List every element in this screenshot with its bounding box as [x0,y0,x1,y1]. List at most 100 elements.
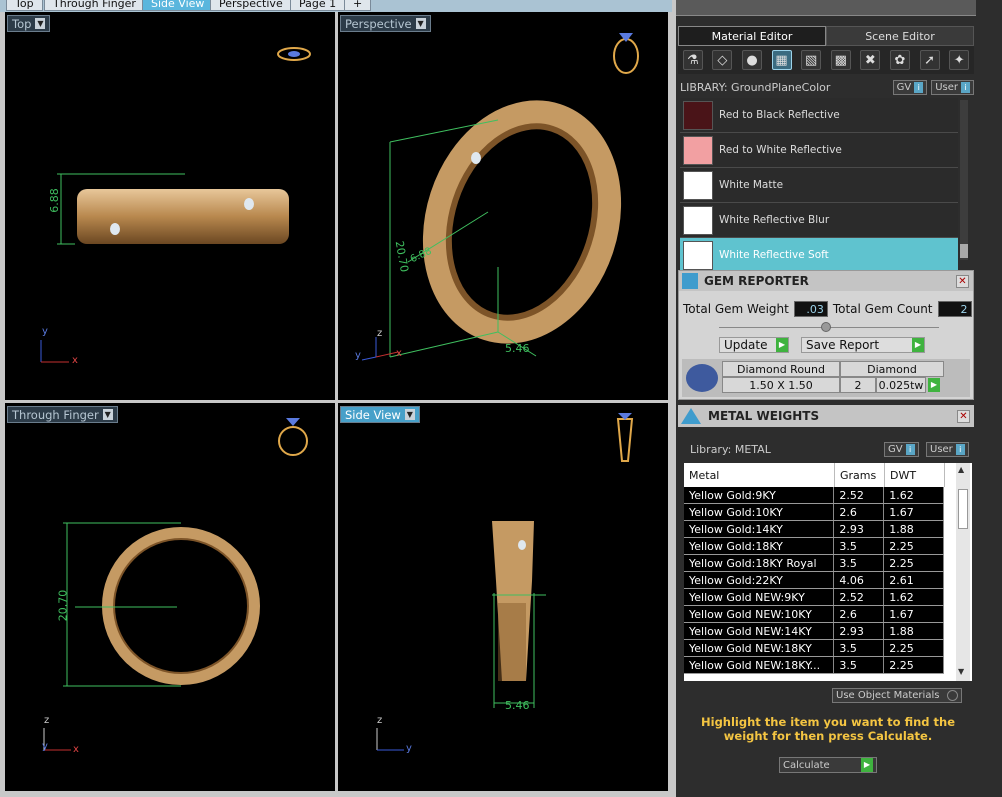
gem-stone-1 [110,223,120,235]
tab-through-finger[interactable]: Through Finger [44,0,145,11]
axis-y-label: y [42,326,48,337]
scroll-up-icon[interactable]: ▲ [958,465,964,474]
tab-top[interactable]: Top [6,0,43,11]
dwt-cell: 2.25 [884,538,944,554]
table-row[interactable]: Yellow Gold NEW:18KY... 3.5 2.25 [684,657,944,674]
scroll-down-icon[interactable]: ▼ [958,667,964,676]
viewport-side-view[interactable]: Side View ▼ 5.46 z y [338,403,668,791]
play-icon[interactable]: ▶ [928,378,940,392]
calculate-button[interactable]: Calculate ▶ [779,757,877,773]
table-row[interactable]: Yellow Gold NEW:14KY 2.93 1.88 [684,623,944,640]
gem-weight-cell: 0.025tw [876,377,926,393]
use-object-materials-checkbox[interactable]: Use Object Materials [832,688,962,703]
table-row[interactable]: Yellow Gold:22KY 4.06 2.61 [684,572,944,589]
tab-material-editor[interactable]: Material Editor [678,26,826,46]
close-icon[interactable]: ✕ [957,409,970,423]
update-button[interactable]: Update ▶ [719,337,789,353]
user-label: User [935,81,958,93]
axis-z-label: z [377,715,383,726]
gv-label: GV [888,444,903,455]
table-row[interactable]: Yellow Gold NEW:9KY 2.52 1.62 [684,589,944,606]
table-row[interactable]: Yellow Gold:9KY 2.52 1.62 [684,487,944,504]
material-toolbar: ⚗ ◇ ● ▦ ▧ ▩ ✖ ✿ ➚ ✦ [678,46,974,74]
scrollbar-thumb[interactable] [960,244,968,258]
app-window: Top Through Finger Side View Perspective… [0,0,1002,797]
viewport-top[interactable]: Top ▼ 6.88 y x [5,12,335,400]
texture-icon[interactable]: ▧ [801,50,822,70]
axis-y-label: y [406,743,412,754]
metal-cell: Yellow Gold:18KY [684,538,835,554]
user-button[interactable]: User i [931,79,974,95]
viewport-perspective[interactable]: Perspective ▼ 20.70 6.88 5.46 z y x [338,12,668,400]
metal-weights-table: Metal Grams DWT Yellow Gold:9KY 2.52 1.62 Y… [684,463,972,681]
tab-perspective[interactable]: Perspective [210,0,292,11]
gem-reporter-title-bar: GEM REPORTER ✕ [679,271,973,291]
noise-icon[interactable]: ✖ [860,50,881,70]
list-item-selected[interactable]: White Reflective Soft [680,238,958,273]
material-name: Red to Black Reflective [719,109,840,121]
gv-button[interactable]: GV i [884,442,919,457]
grams-cell: 3.5 [834,657,885,673]
gv-button[interactable]: GV i [892,79,928,95]
gem-reporter-title: GEM REPORTER [704,274,809,288]
sphere-icon[interactable]: ● [741,50,762,70]
tab-side-view[interactable]: Side View [142,0,214,11]
gem-buttons-row: Update ▶ Save Report ▶ [719,337,925,353]
column-header-dwt[interactable]: DWT [885,463,945,487]
gv-label: GV [896,81,912,93]
column-header-metal[interactable]: Metal [684,463,835,487]
scrollbar-thumb[interactable] [958,489,968,529]
list-item[interactable]: White Reflective Blur [680,203,958,238]
table-row[interactable]: Yellow Gold:10KY 2.6 1.67 [684,504,944,521]
material-name: White Reflective Blur [719,214,830,226]
list-item[interactable]: White Matte [680,168,958,203]
viewport-through-finger[interactable]: Through Finger ▼ 20.70 z y x [5,403,335,791]
list-item[interactable]: Red to White Reflective [680,133,958,168]
gem-reporter-icon [682,273,698,289]
tab-page-1[interactable]: Page 1 [290,0,346,11]
editor-tabs: Material Editor Scene Editor [678,26,974,46]
grams-cell: 4.06 [834,572,885,588]
table-row[interactable]: Yellow Gold:14KY 2.93 1.88 [684,521,944,538]
material-name: White Matte [719,179,784,191]
column-header-grams[interactable]: Grams [835,463,885,487]
table-row[interactable]: Yellow Gold:18KY 3.5 2.25 [684,538,944,555]
dwt-cell: 1.88 [884,521,944,537]
metal-cell: Yellow Gold NEW:14KY [684,623,835,639]
table-row[interactable]: Yellow Gold NEW:10KY 2.6 1.67 [684,606,944,623]
grams-cell: 3.5 [834,538,885,554]
bird-icon[interactable]: ✿ [889,50,910,70]
library-label: LIBRARY: GroundPlaneColor [680,80,831,94]
metal-pyramid-icon [680,407,702,425]
gem-icon[interactable]: ◇ [712,50,733,70]
table-row[interactable]: Yellow Gold:18KY Royal 3.5 2.25 [684,555,944,572]
ring-thumbnail-icon [616,413,634,462]
dim-height-label: 6.88 [47,188,61,213]
gradient-icon[interactable]: ▦ [771,50,792,70]
metal-table-scrollbar[interactable]: ▲ ▼ [956,463,970,681]
tab-scene-editor[interactable]: Scene Editor [826,26,974,46]
save-report-button[interactable]: Save Report ▶ [801,337,925,353]
axis-x-label: x [396,348,402,359]
info-icon: i [961,81,970,93]
splitter-handle[interactable] [821,322,831,332]
pattern-icon[interactable]: ▩ [830,50,851,70]
grams-cell: 3.5 [834,640,885,656]
metal-weights-title: METAL WEIGHTS [708,409,820,423]
close-icon[interactable]: ✕ [956,274,969,288]
grams-cell: 2.93 [834,521,885,537]
table-row[interactable]: Yellow Gold NEW:18KY 3.5 2.25 [684,640,944,657]
flask-icon[interactable]: ⚗ [682,50,703,70]
ring-thumbnail-icon [278,418,308,456]
tab-add-page[interactable]: + [344,0,372,11]
dwt-cell: 1.62 [884,487,944,503]
bulb-icon[interactable]: ✦ [949,50,970,70]
side-view-drawing [376,413,634,751]
list-item[interactable]: Red to Black Reflective [680,98,958,133]
user-button[interactable]: User i [926,442,969,457]
material-list-scrollbar[interactable] [960,100,968,260]
info-icon: i [914,81,924,93]
axis-z-label: z [377,328,383,339]
cursor-icon[interactable]: ➚ [919,50,940,70]
dwt-cell: 1.67 [884,606,944,622]
